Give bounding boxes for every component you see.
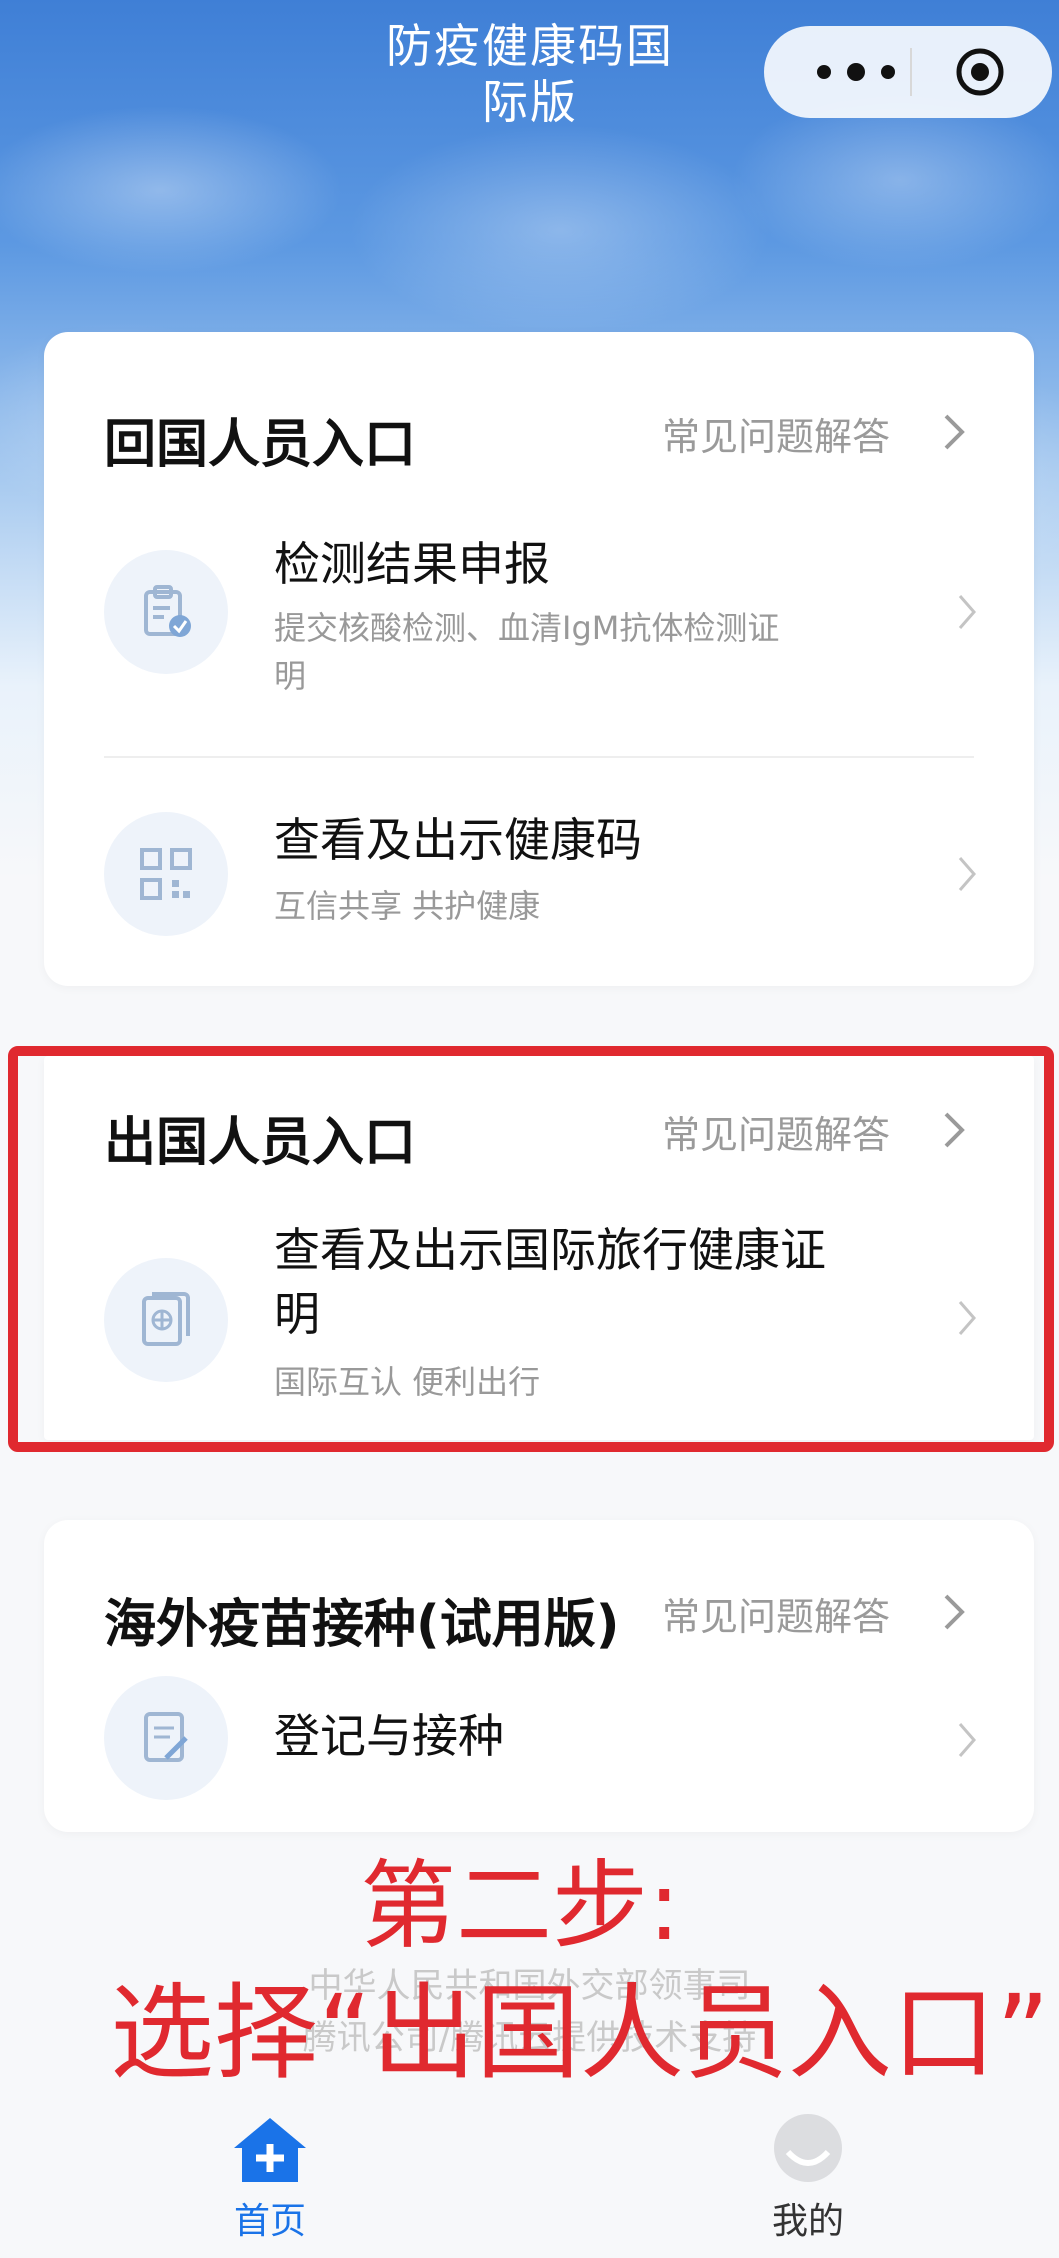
row-icon-bg [104, 812, 228, 936]
row-icon-bg [104, 550, 228, 674]
chevron-right-icon[interactable] [942, 412, 966, 452]
row-title: 查看及出示健康码 [274, 813, 642, 867]
list-item-register-vaccinate[interactable]: 登记与接种 [44, 1670, 1034, 1820]
user-avatar-icon [774, 2114, 842, 2182]
list-item-test-report[interactable]: 检测结果申报 提交核酸检测、血清IgM抗体检测证 明 [44, 532, 1034, 752]
tab-bar: 首页 我的 [0, 2090, 1059, 2258]
faq-link[interactable]: 常见问题解答 [662, 406, 890, 461]
annotation-highlight-box [8, 1046, 1054, 1452]
more-dots-icon[interactable] [806, 58, 906, 86]
chevron-right-icon [958, 1723, 976, 1757]
target-circle-icon[interactable] [954, 46, 1006, 98]
divider [104, 756, 974, 758]
miniprogram-capsule [764, 26, 1052, 118]
tab-label: 首页 [233, 2201, 306, 2242]
home-plus-icon [234, 2118, 306, 2182]
vaccine-section-card: 海外疫苗接种(试用版) 常见问题解答 登记与接种 [44, 1520, 1034, 1832]
annotation-instruction: 选择“出国人员入口” [110, 1972, 1050, 2094]
annotation-step-label: 第二步: [360, 1850, 681, 1962]
row-subtitle: 提交核酸检测、血清IgM抗体检测证 明 [274, 609, 780, 695]
document-edit-icon [144, 1712, 188, 1762]
list-item-health-code[interactable]: 查看及出示健康码 互信共享 共护健康 [44, 802, 1034, 962]
clipboard-check-icon [144, 585, 191, 637]
section-title: 回国人员入口 [104, 415, 417, 475]
capsule-divider [910, 48, 912, 96]
chevron-right-icon [958, 595, 976, 629]
faq-link[interactable]: 常见问题解答 [662, 1586, 890, 1641]
return-section-card: 回国人员入口 常见问题解答 检测结果申报 提交核酸检测、血清IgM抗体检测证 明 [44, 332, 1034, 986]
tab-label: 我的 [771, 2201, 844, 2242]
row-subtitle: 互信共享 共护健康 [274, 887, 541, 925]
row-title: 登记与接种 [274, 1709, 504, 1763]
row-icon-bg [104, 1676, 228, 1800]
section-title: 海外疫苗接种(试用版) [104, 1595, 620, 1655]
page-title: 防疫健康码国 际版 [386, 19, 674, 129]
qr-code-icon [140, 848, 192, 900]
chevron-right-icon[interactable] [942, 1592, 966, 1632]
row-title: 检测结果申报 [274, 537, 550, 591]
chevron-right-icon [958, 857, 976, 891]
